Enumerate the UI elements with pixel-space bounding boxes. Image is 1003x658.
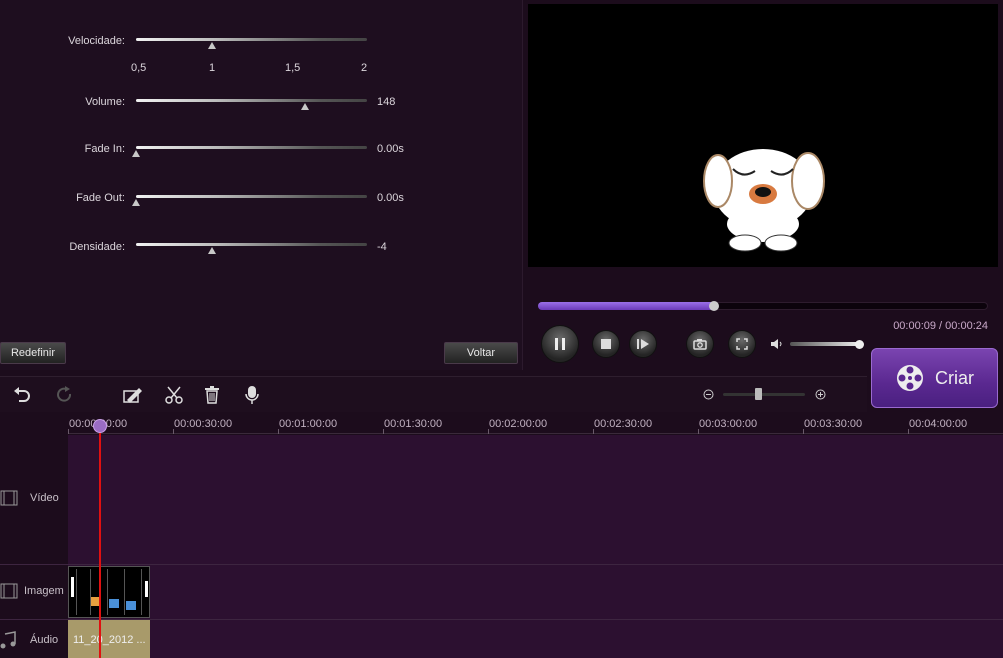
audio-clip[interactable]: 11_20_2012 ... [68, 620, 150, 658]
video-preview[interactable] [528, 4, 998, 267]
zoom-out-icon[interactable] [703, 389, 714, 400]
camera-icon [693, 339, 707, 350]
fade-in-slider-thumb[interactable] [132, 150, 140, 157]
volume-value: 148 [377, 96, 396, 108]
fade-in-label: Fade In: [84, 143, 125, 155]
fade-out-value: 0.00s [377, 192, 404, 204]
speaker-icon[interactable] [770, 338, 784, 350]
undo-icon [14, 387, 30, 402]
fade-out-label: Fade Out: [76, 192, 125, 204]
delete-button[interactable] [202, 385, 222, 405]
microphone-icon [245, 386, 259, 404]
playback-progress-knob[interactable] [708, 301, 719, 311]
ruler-label: 00:00:30:00 [174, 418, 233, 430]
volume-label: Volume: [85, 96, 125, 108]
fullscreen-button[interactable] [728, 330, 756, 358]
fade-out-slider[interactable] [136, 195, 367, 198]
pause-icon [555, 338, 565, 350]
speed-slider[interactable] [136, 38, 367, 41]
volume-track[interactable] [790, 342, 860, 346]
zoom-slider[interactable] [723, 393, 805, 396]
track-label-audio-text: Áudio [30, 634, 59, 646]
speed-slider-thumb[interactable] [208, 42, 216, 49]
density-value: -4 [377, 241, 387, 253]
ruler-label: 00:03:30:00 [804, 418, 863, 430]
speed-tick-label: 2 [361, 62, 368, 74]
undo-button[interactable] [12, 385, 32, 405]
fullscreen-icon [736, 338, 748, 350]
film-reel-icon [897, 365, 923, 391]
preview-frame-image [703, 149, 825, 252]
track-label-video-text: Vídeo [30, 492, 59, 504]
speed-tick-label: 1,5 [285, 62, 301, 74]
create-button-label: Criar [935, 367, 974, 388]
fade-in-slider[interactable] [136, 146, 367, 149]
playback-time: 00:00:09 / 00:00:24 [893, 320, 988, 332]
speed-tick-label: 1 [209, 62, 216, 74]
snapshot-button[interactable] [686, 330, 714, 358]
reset-button[interactable]: Redefinir [0, 342, 66, 364]
cut-icon [165, 386, 183, 404]
zoom-slider-thumb[interactable] [755, 388, 762, 400]
speed-label: Velocidade: [68, 35, 125, 47]
edit-button[interactable] [123, 385, 143, 405]
volume-slider[interactable] [136, 99, 367, 102]
pause-button[interactable] [541, 325, 579, 363]
playhead-handle[interactable] [93, 419, 107, 433]
track-divider [0, 564, 1003, 565]
create-button[interactable]: Criar [871, 348, 998, 408]
delete-icon [205, 386, 219, 404]
image-clip-thumbnails [71, 569, 148, 615]
density-label: Densidade: [69, 241, 125, 253]
zoom-in-icon[interactable] [815, 389, 826, 400]
ruler-label: 00:01:00:00 [279, 418, 338, 430]
timeline-ruler[interactable]: 00:00:00:00 00:00:30:00 00:01:00:00 00:0… [68, 414, 1003, 434]
record-voice-button[interactable] [242, 385, 262, 405]
ruler-label: 00:01:30:00 [384, 418, 443, 430]
redo-icon [57, 386, 72, 402]
fade-out-slider-thumb[interactable] [132, 199, 140, 206]
edit-icon [123, 388, 142, 403]
track-label-image-text: Imagem [24, 585, 64, 597]
music-note-icon [0, 631, 16, 649]
timeline-tracks[interactable] [68, 435, 1003, 658]
image-clip[interactable] [68, 566, 150, 618]
cut-button[interactable] [164, 385, 184, 405]
track-label-video: Vídeo [0, 468, 68, 528]
track-label-audio: Áudio [0, 610, 68, 658]
back-button[interactable]: Voltar [444, 342, 518, 364]
stop-icon [601, 339, 611, 349]
playback-progress-fill [538, 302, 714, 310]
volume-knob[interactable] [855, 340, 864, 349]
speed-tick-label: 0,5 [131, 62, 147, 74]
volume-slider-thumb[interactable] [301, 103, 309, 110]
next-frame-icon [637, 339, 649, 349]
ruler-label: 00:02:30:00 [594, 418, 653, 430]
fade-in-value: 0.00s [377, 143, 404, 155]
density-slider-thumb[interactable] [208, 247, 216, 254]
ruler-label: 00:02:00:00 [489, 418, 548, 430]
settings-panel: Velocidade: 0,5 1 1,5 2 Volume: 148 Fade… [0, 0, 523, 370]
ruler-label: 00:04:00:00 [909, 418, 968, 430]
playhead[interactable] [99, 425, 101, 658]
film-strip-icon [0, 490, 18, 506]
redo-button[interactable] [55, 385, 75, 405]
next-frame-button[interactable] [629, 330, 657, 358]
ruler-label: 00:03:00:00 [699, 418, 758, 430]
stop-button[interactable] [592, 330, 620, 358]
density-slider[interactable] [136, 243, 367, 246]
image-strip-icon [0, 583, 18, 599]
track-divider [0, 619, 1003, 620]
